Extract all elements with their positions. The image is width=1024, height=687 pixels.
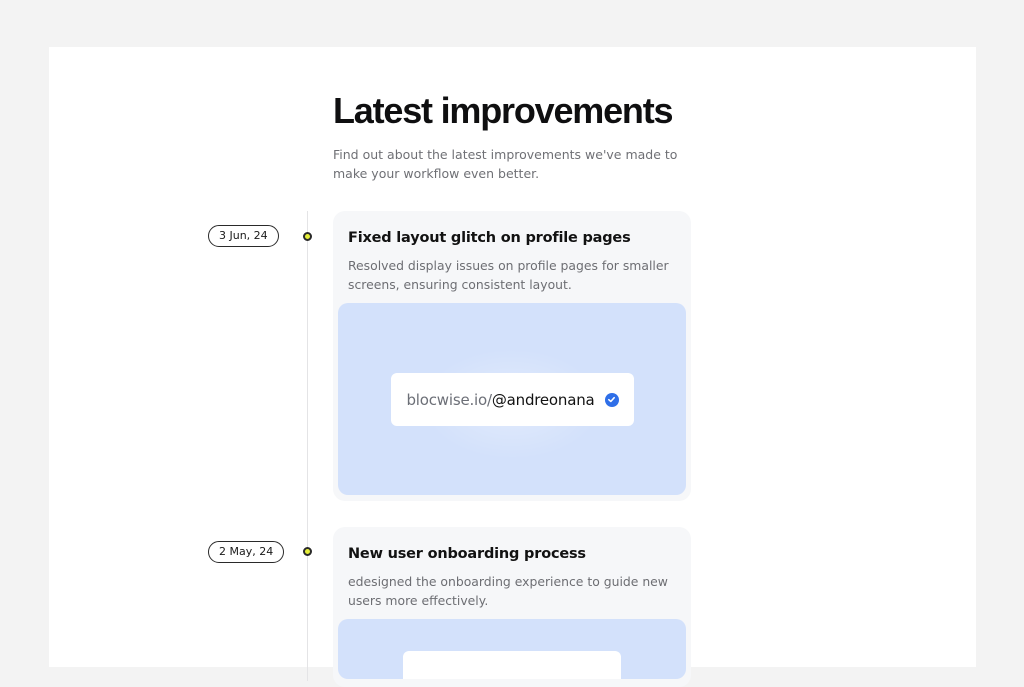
verified-check-icon xyxy=(604,392,619,407)
profile-url: blocwise.io/@andreonana xyxy=(406,391,594,409)
card-title: New user onboarding process xyxy=(348,546,586,562)
card-description: edesigned the onboarding experience to g… xyxy=(348,574,668,608)
timeline-dot xyxy=(303,232,312,241)
changelog-card: New user onboarding process edesigned th… xyxy=(333,527,691,687)
card-description: Resolved display issues on profile pages… xyxy=(348,258,669,292)
page-title: Latest improvements xyxy=(333,90,674,131)
date-badge: 2 May, 24 xyxy=(208,541,285,563)
onboarding-preview xyxy=(338,619,686,679)
preview-chip xyxy=(403,651,621,679)
changelog-card: Fixed layout glitch on profile pages Res… xyxy=(333,211,691,501)
profile-url-chip: blocwise.io/@andreonana xyxy=(391,373,634,426)
timeline-line xyxy=(307,211,308,681)
card-title: Fixed layout glitch on profile pages xyxy=(348,230,631,246)
url-domain: blocwise.io/ xyxy=(406,390,492,409)
changelog-page: Latest improvements Find out about the l… xyxy=(49,47,976,687)
date-badge: 3 Jun, 24 xyxy=(208,225,279,247)
changelog-header: Latest improvements Find out about the l… xyxy=(333,91,693,183)
url-handle: @andreonana xyxy=(491,390,595,409)
timeline-dot xyxy=(303,547,312,556)
page-subtitle: Find out about the latest improvements w… xyxy=(333,147,678,181)
profile-url-preview: blocwise.io/@andreonana xyxy=(338,303,686,495)
